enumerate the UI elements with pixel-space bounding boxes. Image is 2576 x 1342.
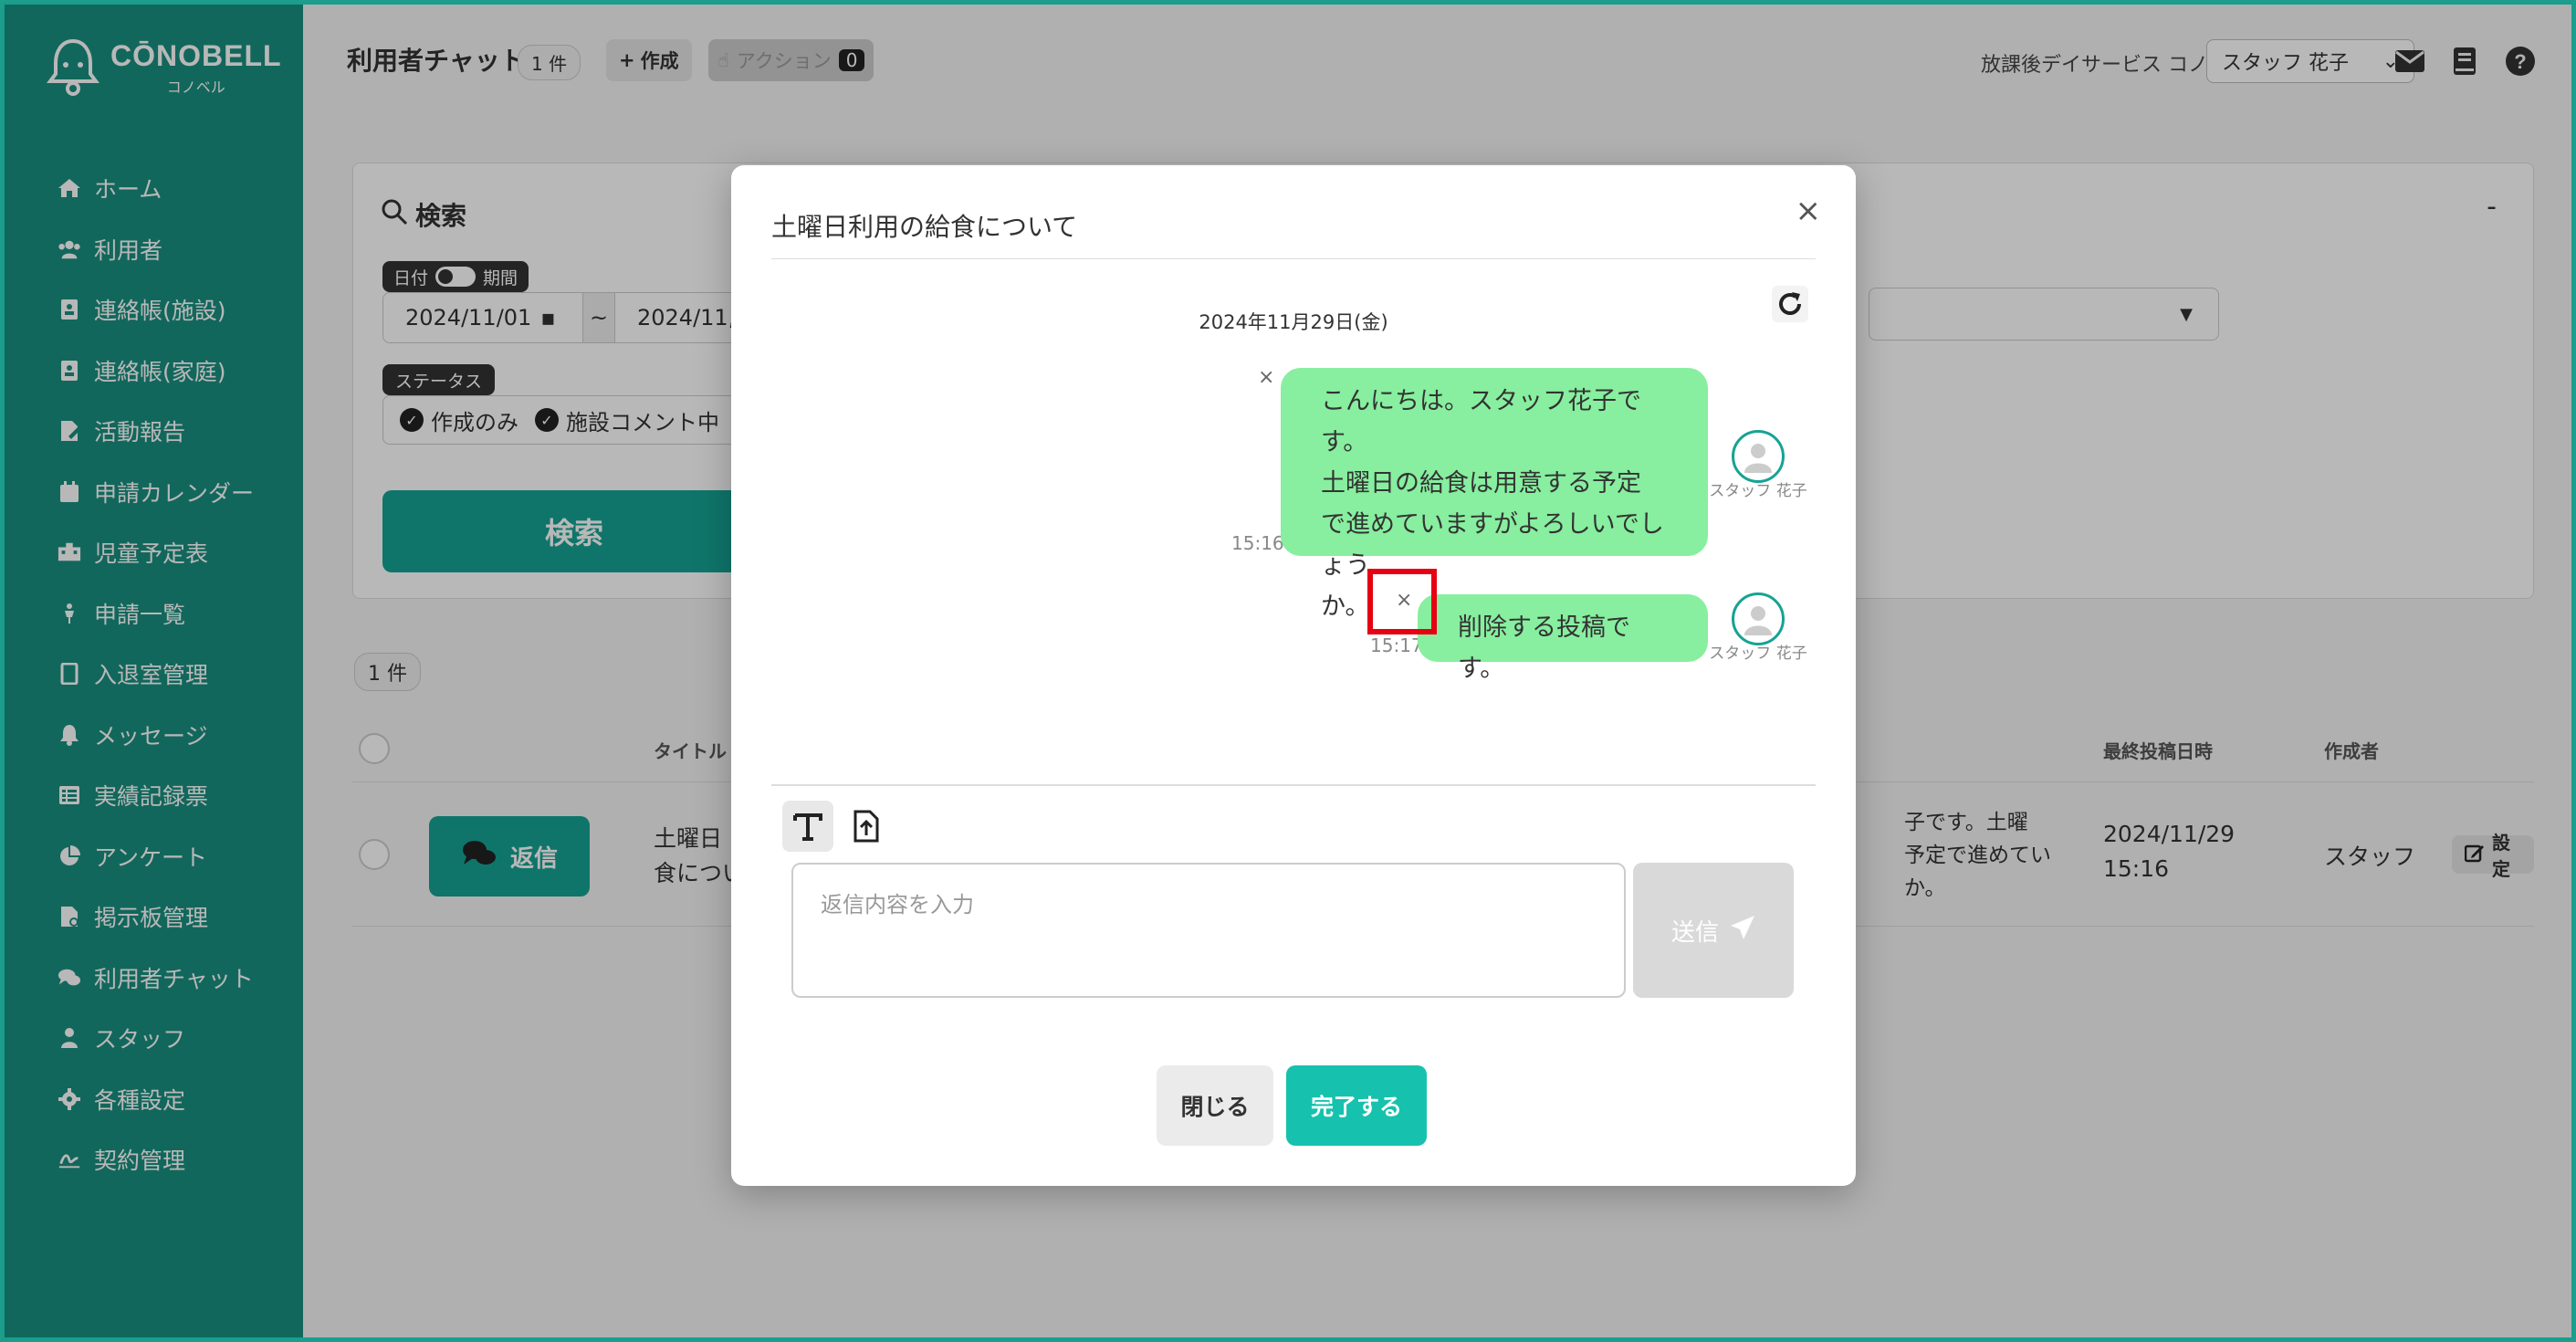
file-upload-icon[interactable] bbox=[841, 801, 892, 852]
divider bbox=[771, 784, 1816, 786]
divider bbox=[771, 258, 1816, 259]
close-icon[interactable]: × bbox=[1796, 193, 1822, 229]
message-line: こんにちは。スタッフ花子です。 bbox=[1321, 387, 1641, 456]
delete-message-button[interactable]: × bbox=[1258, 366, 1274, 389]
complete-button[interactable]: 完了する bbox=[1286, 1065, 1427, 1146]
message-bubble: こんにちは。スタッフ花子です。 土曜日の給食は用意する予定 で進めていますがよろ… bbox=[1281, 368, 1708, 621]
text-format-icon[interactable] bbox=[782, 801, 833, 852]
avatar bbox=[1732, 592, 1785, 645]
send-plane-icon bbox=[1730, 915, 1755, 947]
message-line: 土曜日の給食は用意する予定 bbox=[1321, 469, 1641, 498]
message-time: 15:16 bbox=[1231, 532, 1284, 554]
message-time: 15:17 bbox=[1370, 634, 1423, 656]
message-line: 削除する投稿です。 bbox=[1458, 613, 1630, 683]
send-button[interactable]: 送信 bbox=[1633, 863, 1794, 998]
avatar bbox=[1732, 430, 1785, 483]
author-name: スタッフ 花子 bbox=[1709, 645, 1807, 663]
app-frame: CŌNOBELL コノベル ホーム 利用者 連絡帳(施設) 連絡帳(家庭) 活動… bbox=[3, 3, 2573, 1339]
send-button-label: 送信 bbox=[1670, 918, 1719, 947]
close-button[interactable]: 閉じる bbox=[1157, 1065, 1273, 1146]
author-name: スタッフ 花子 bbox=[1709, 482, 1807, 500]
chat-modal: 土曜日利用の給食について × 2024年11月29日(金) × 15:16 こん… bbox=[731, 165, 1856, 1186]
message-bubble: 削除する投稿です。 bbox=[1418, 594, 1708, 683]
highlight-box bbox=[1367, 569, 1437, 634]
chat-date: 2024年11月29日(金) bbox=[1199, 311, 1388, 333]
modal-title: 土曜日利用の給食について bbox=[771, 212, 1078, 242]
reply-input[interactable]: 返信内容を入力 bbox=[791, 863, 1626, 998]
